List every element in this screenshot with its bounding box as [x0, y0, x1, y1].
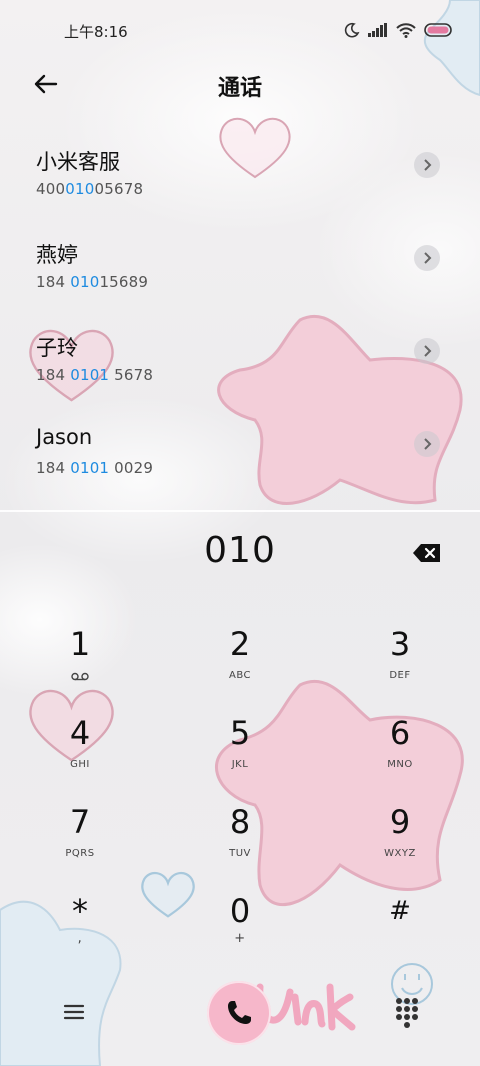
key-digit: 1 [69, 625, 91, 663]
divider [0, 510, 480, 512]
contact-number: 184 0101 0029 [36, 459, 154, 477]
chevron-right-icon [424, 438, 432, 450]
chevron-right-icon [424, 345, 432, 357]
status-bar: 上午8:16 [0, 0, 480, 62]
key-letters: PQRS [65, 848, 95, 859]
key-letters: ABC [228, 670, 251, 681]
key-digit: 0 [229, 892, 251, 930]
key-digit: 2 [229, 625, 251, 663]
contact-name: Jason [36, 425, 93, 449]
key-digit: 4 [69, 714, 91, 752]
key-6[interactable]: 6 MNO [320, 699, 480, 787]
key-letters: TUV [229, 848, 251, 859]
contact-name: 小米客服 [36, 150, 120, 174]
key-letters: , [77, 931, 83, 946]
key-letters: JKL [231, 759, 249, 770]
battery-icon [424, 23, 452, 37]
key-digit: 7 [69, 803, 91, 841]
key-2[interactable]: 2 ABC [160, 610, 320, 698]
contact-detail-button[interactable] [414, 152, 440, 178]
contact-number: 184 0101 5678 [36, 366, 154, 384]
key-1[interactable]: 1 [0, 610, 160, 698]
key-letters: GHI [70, 759, 90, 770]
key-digit: # [389, 896, 411, 926]
key-0[interactable]: 0 + [160, 877, 320, 965]
key-digit: 5 [229, 714, 251, 752]
key-5[interactable]: 5 JKL [160, 699, 320, 787]
moon-icon [344, 22, 360, 38]
contact-name: 燕婷 [36, 243, 78, 267]
phone-icon [228, 1001, 251, 1024]
contact-number: 40001005678 [36, 180, 144, 198]
call-button[interactable] [207, 981, 271, 1045]
contact-match-list: 小米客服 40001005678 燕婷 184 01015689 子玲 184 … [0, 130, 480, 502]
key-4[interactable]: 4 GHI [0, 699, 160, 787]
list-item[interactable]: Jason 184 0101 0029 [0, 409, 480, 502]
wifi-icon [396, 22, 416, 38]
contact-name: 子玲 [36, 336, 78, 360]
header: 通话 [0, 62, 480, 106]
key-digit: 9 [389, 803, 411, 841]
chevron-right-icon [424, 252, 432, 264]
key-digit: 6 [389, 714, 411, 752]
key-3[interactable]: 3 DEF [320, 610, 480, 698]
dialed-number-display[interactable]: 010 [0, 530, 480, 571]
list-item[interactable]: 子玲 184 0101 5678 [0, 316, 480, 409]
key-digit: 8 [229, 803, 251, 841]
key-9[interactable]: 9 WXYZ [320, 788, 480, 876]
chevron-right-icon [424, 159, 432, 171]
dialpad-toggle-icon[interactable] [394, 996, 420, 1028]
backspace-icon[interactable] [412, 542, 442, 564]
list-item[interactable]: 燕婷 184 01015689 [0, 223, 480, 316]
key-letters: MNO [387, 759, 413, 770]
contact-detail-button[interactable] [414, 338, 440, 364]
key-letters: + [234, 931, 246, 946]
voicemail-icon [71, 672, 89, 681]
key-star[interactable]: * , [0, 877, 160, 965]
signal-icon [368, 23, 387, 37]
page-title: 通话 [217, 76, 262, 101]
key-digit: * [72, 892, 88, 930]
key-hash[interactable]: # [320, 877, 480, 965]
contact-detail-button[interactable] [414, 245, 440, 271]
contact-detail-button[interactable] [414, 431, 440, 457]
dialer-bottom-bar [0, 978, 480, 1048]
key-7[interactable]: 7 PQRS [0, 788, 160, 876]
menu-icon[interactable] [60, 998, 88, 1026]
key-8[interactable]: 8 TUV [160, 788, 320, 876]
key-digit: 3 [389, 625, 411, 663]
key-letters: WXYZ [384, 848, 416, 859]
contact-number: 184 01015689 [36, 273, 149, 291]
list-item[interactable]: 小米客服 40001005678 [0, 130, 480, 223]
status-time: 上午8:16 [64, 23, 128, 41]
key-letters: DEF [389, 670, 411, 681]
